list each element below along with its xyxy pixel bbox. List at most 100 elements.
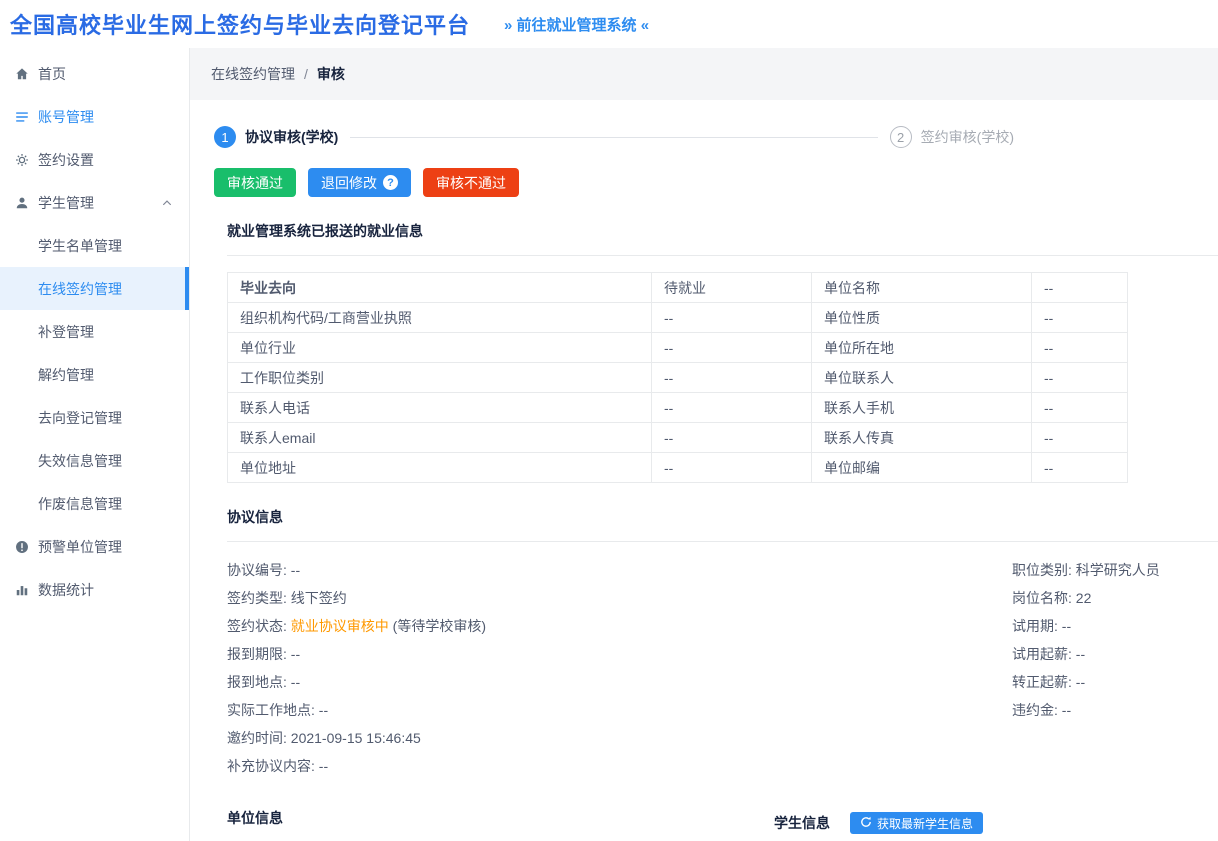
sidebar-item[interactable]: 账号管理 [0, 95, 189, 138]
info-value: -- [291, 646, 300, 662]
step-signing-review: 2 签约审核(学校) [890, 126, 1014, 148]
info-value: -- [291, 674, 300, 690]
gear-icon [14, 152, 30, 168]
info-value: -- [1076, 646, 1085, 662]
goto-employment-system-link[interactable]: » 前往就业管理系统 « [504, 14, 649, 35]
sidebar-item-label: 账号管理 [38, 107, 94, 127]
table-cell-value: -- [652, 423, 812, 453]
sidebar-item[interactable]: 数据统计 [0, 568, 189, 611]
sidebar-item-label: 签约设置 [38, 150, 94, 170]
sidebar-item[interactable]: 预警单位管理 [0, 525, 189, 568]
employment-info-section: 就业管理系统已报送的就业信息 毕业去向待就业单位名称--组织机构代码/工商营业执… [227, 221, 1218, 483]
info-value: -- [319, 758, 328, 774]
agreement-info-section: 协议信息 协议编号: --签约类型: 线下签约签约状态: 就业协议审核中 (等待… [227, 507, 1218, 786]
table-cell-label: 单位性质 [812, 303, 1032, 333]
table-cell-label: 联系人电话 [228, 393, 652, 423]
table-cell-value: -- [652, 363, 812, 393]
student-info-title: 学生信息 [774, 813, 830, 833]
account-icon [14, 109, 30, 125]
action-bar: 审核通过 退回修改 ? 审核不通过 [214, 168, 1218, 197]
agreement-info-title: 协议信息 [227, 509, 283, 525]
info-label: 签约状态: [227, 618, 291, 634]
chart-icon [14, 582, 30, 598]
table-row: 工作职位类别--单位联系人-- [228, 363, 1128, 393]
table-cell-value: -- [1032, 363, 1128, 393]
info-label: 试用期: [1012, 618, 1062, 634]
sidebar-item[interactable]: 补登管理 [0, 310, 189, 353]
info-label: 邀约时间: [227, 730, 291, 746]
table-cell-label: 组织机构代码/工商营业执照 [228, 303, 652, 333]
sidebar-item[interactable]: 解约管理 [0, 353, 189, 396]
table-row: 单位行业--单位所在地-- [228, 333, 1128, 363]
sidebar-item[interactable]: 失效信息管理 [0, 439, 189, 482]
info-value: 22 [1076, 590, 1092, 606]
table-cell-label: 单位地址 [228, 453, 652, 483]
info-value: 就业协议审核中 [291, 618, 389, 634]
student-info-section: 学生信息 获取最新学生信息 [774, 812, 1218, 841]
breadcrumb-separator: / [304, 66, 308, 82]
info-value: -- [319, 702, 328, 718]
table-cell-value: -- [1032, 333, 1128, 363]
info-row: 邀约时间: 2021-09-15 15:46:45 [227, 730, 1012, 746]
app-header: 全国高校毕业生网上签约与毕业去向登记平台 » 前往就业管理系统 « [0, 0, 1218, 48]
table-cell-value: 待就业 [652, 273, 812, 303]
sidebar-item[interactable]: 学生名单管理 [0, 224, 189, 267]
table-cell-label: 单位联系人 [812, 363, 1032, 393]
student-icon [14, 195, 30, 211]
sidebar-item-label: 去向登记管理 [38, 408, 122, 428]
refresh-icon [860, 816, 872, 831]
info-row: 违约金: -- [1012, 702, 1218, 718]
sidebar-item-label: 学生名单管理 [38, 236, 122, 256]
info-row: 报到期限: -- [227, 646, 1012, 662]
table-cell-label: 单位邮编 [812, 453, 1032, 483]
question-icon: ? [383, 175, 398, 190]
table-cell-label: 单位名称 [812, 273, 1032, 303]
info-label: 协议编号: [227, 562, 291, 578]
sidebar-item[interactable]: 首页 [0, 52, 189, 95]
table-cell-label: 单位行业 [228, 333, 652, 363]
info-row: 实际工作地点: -- [227, 702, 1012, 718]
main-area: 在线签约管理 / 审核 1 协议审核(学校) 2 签约审核(学校) 审核通过 [190, 48, 1218, 841]
send-back-button[interactable]: 退回修改 ? [308, 168, 411, 197]
reject-button-label: 审核不通过 [436, 173, 506, 193]
info-label: 岗位名称: [1012, 590, 1076, 606]
info-label: 补充协议内容: [227, 758, 319, 774]
info-value: 科学研究人员 [1076, 562, 1160, 578]
table-cell-label: 联系人传真 [812, 423, 1032, 453]
agreement-info-right-column: 职位类别: 科学研究人员岗位名称: 22试用期: --试用起薪: --转正起薪:… [1012, 562, 1218, 786]
sidebar-item-label: 解约管理 [38, 365, 94, 385]
table-cell-value: -- [1032, 303, 1128, 333]
info-value: -- [1062, 702, 1071, 718]
breadcrumb-parent[interactable]: 在线签约管理 [211, 64, 295, 84]
info-row: 补充协议内容: -- [227, 758, 1012, 774]
sidebar-item-label: 失效信息管理 [38, 451, 122, 471]
refresh-student-info-button[interactable]: 获取最新学生信息 [850, 812, 983, 834]
info-value: -- [1062, 618, 1071, 634]
content-panel: 1 协议审核(学校) 2 签约审核(学校) 审核通过 退回修改 ? [190, 100, 1218, 841]
sidebar-item[interactable]: 在线签约管理 [0, 267, 189, 310]
table-row: 毕业去向待就业单位名称-- [228, 273, 1128, 303]
info-row: 签约状态: 就业协议审核中 (等待学校审核) [227, 618, 1012, 634]
send-back-button-label: 退回修改 [321, 173, 377, 193]
sidebar-item[interactable]: 去向登记管理 [0, 396, 189, 439]
sidebar-item[interactable]: 作废信息管理 [0, 482, 189, 525]
table-cell-label: 单位所在地 [812, 333, 1032, 363]
sidebar-item[interactable]: 签约设置 [0, 138, 189, 181]
employment-info-title: 就业管理系统已报送的就业信息 [227, 223, 423, 239]
table-cell-label: 联系人手机 [812, 393, 1032, 423]
step-agreement-review: 1 协议审核(学校) [214, 126, 338, 148]
info-row: 职位类别: 科学研究人员 [1012, 562, 1218, 578]
info-label: 试用起薪: [1012, 646, 1076, 662]
sidebar-item-label: 预警单位管理 [38, 537, 122, 557]
info-value: 2021-09-15 15:46:45 [291, 730, 421, 746]
reject-button[interactable]: 审核不通过 [423, 168, 519, 197]
table-cell-value: -- [652, 303, 812, 333]
info-value: -- [291, 562, 300, 578]
info-row: 转正起薪: -- [1012, 674, 1218, 690]
app-title: 全国高校毕业生网上签约与毕业去向登记平台 [10, 8, 470, 40]
sidebar-item-label: 学生管理 [38, 193, 94, 213]
approve-button[interactable]: 审核通过 [214, 168, 296, 197]
sidebar: 首页账号管理签约设置学生管理学生名单管理在线签约管理补登管理解约管理去向登记管理… [0, 48, 190, 841]
table-cell-value: -- [652, 453, 812, 483]
sidebar-item[interactable]: 学生管理 [0, 181, 189, 224]
